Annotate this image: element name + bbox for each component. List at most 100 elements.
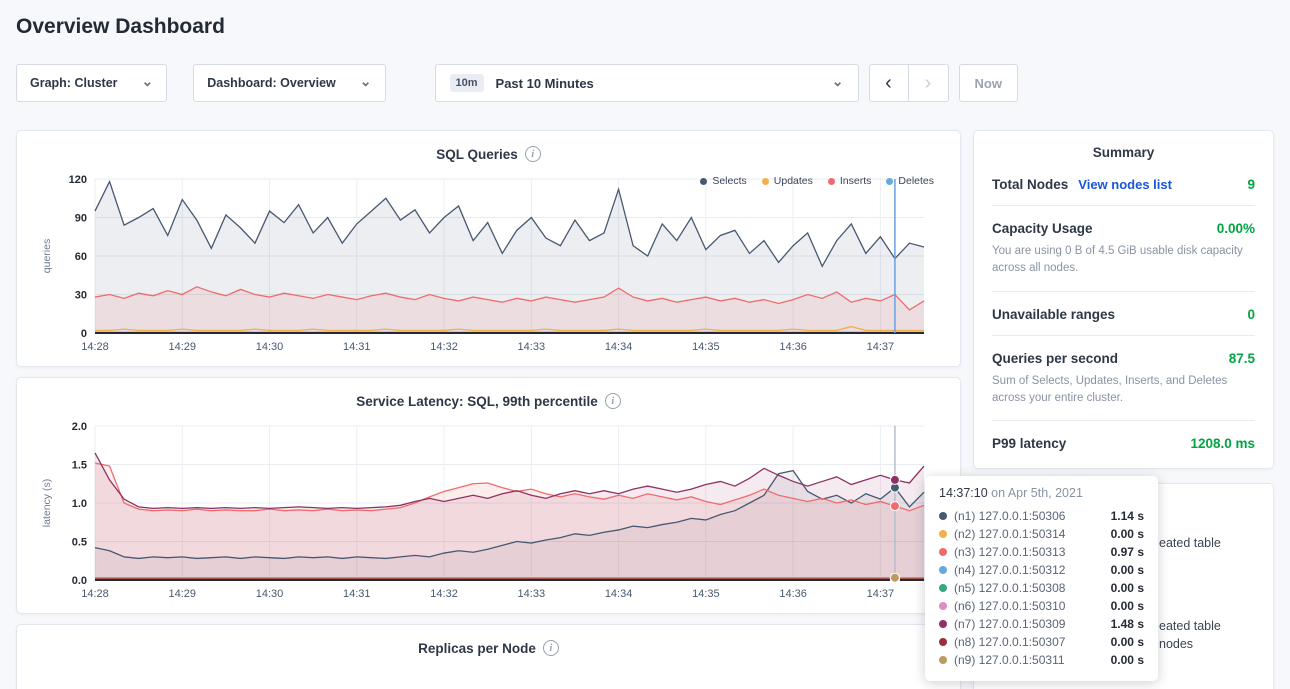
page-title: Overview Dashboard	[16, 15, 1274, 39]
svg-text:14:34: 14:34	[605, 341, 633, 353]
dashboard-dropdown[interactable]: Dashboard: Overview ⌄	[193, 64, 385, 102]
svg-text:14:35: 14:35	[692, 588, 720, 600]
svg-text:14:31: 14:31	[343, 341, 371, 353]
graph-scope-dropdown[interactable]: Graph: Cluster ⌄	[16, 64, 167, 102]
page-header: Overview Dashboard	[0, 0, 1290, 39]
summary-value: 0.00%	[1217, 221, 1255, 236]
summary-row-3: Queries per second 87.5 Sum of Selects, Up…	[992, 336, 1255, 422]
info-icon[interactable]: i	[525, 146, 541, 162]
chart-tooltip: 14:37:10 on Apr 5th, 2021 (n1) 127.0.0.1…	[925, 476, 1158, 681]
summary-link[interactable]: View nodes list	[1078, 177, 1172, 192]
time-back-button[interactable]: ‹	[869, 64, 909, 102]
series-color-dot	[939, 512, 947, 520]
svg-text:14:28: 14:28	[81, 341, 109, 353]
summary-row-line: Total Nodes View nodes list 9	[992, 177, 1255, 192]
summary-row-line: Queries per second 87.5	[992, 351, 1255, 366]
summary-row-2: Unavailable ranges0	[992, 292, 1255, 336]
arrow-left-icon: ‹	[885, 72, 892, 95]
svg-text:0: 0	[81, 328, 87, 340]
tooltip-row: (n1) 127.0.0.1:503061.14 s	[939, 507, 1144, 525]
summary-description: Sum of Selects, Updates, Inserts, and De…	[992, 373, 1255, 408]
legend-item-selects[interactable]: Selects	[700, 175, 746, 187]
svg-text:14:35: 14:35	[692, 341, 720, 353]
summary-label: Total Nodes	[992, 177, 1068, 192]
dashboard-controls: Graph: Cluster ⌄ Dashboard: Overview ⌄ 1…	[16, 64, 1274, 102]
svg-text:14:30: 14:30	[256, 588, 284, 600]
summary-label: Queries per second	[992, 351, 1118, 366]
svg-text:0.0: 0.0	[72, 575, 87, 587]
tooltip-node-label: (n3) 127.0.0.1:50313	[954, 545, 1104, 559]
tooltip-time: 14:37:10	[939, 486, 988, 500]
dashboard-dropdown-label: Dashboard: Overview	[207, 76, 336, 90]
tooltip-row: (n8) 127.0.0.1:50307 0.00 s	[939, 633, 1144, 651]
legend-dot	[828, 178, 835, 185]
time-forward-button[interactable]: ›	[909, 64, 949, 102]
chart-svg: 030609012014:2814:2914:3014:3114:3214:33…	[37, 169, 940, 357]
tooltip-row: (n2) 127.0.0.1:503140.00 s	[939, 525, 1144, 543]
tooltip-node-label: (n7) 127.0.0.1:50309	[954, 617, 1104, 631]
info-icon[interactable]: i	[605, 393, 621, 409]
tooltip-node-value: 0.00 s	[1111, 563, 1144, 577]
chart-legend: Selects Updates Inserts Deletes	[700, 175, 934, 187]
summary-row-0: Total Nodes View nodes list 9	[992, 162, 1255, 206]
replicas-per-node-card: Replicas per Node i	[16, 624, 961, 689]
event-text-fragment: eated table	[1159, 536, 1221, 550]
svg-text:14:33: 14:33	[518, 341, 546, 353]
series-color-dot	[939, 584, 947, 592]
svg-text:queries: queries	[41, 239, 53, 273]
tooltip-node-label: (n1) 127.0.0.1:50306	[954, 509, 1104, 523]
legend-item-updates[interactable]: Updates	[762, 175, 813, 187]
time-range-label: Past 10 Minutes	[496, 76, 594, 91]
summary-row-4: P99 latency1208.0 ms	[992, 421, 1255, 464]
summary-panel: Summary Total NodesView nodes list9Capac…	[973, 130, 1274, 469]
tooltip-node-label: (n5) 127.0.0.1:50308	[954, 581, 1104, 595]
legend-item-deletes[interactable]: Deletes	[886, 175, 934, 187]
time-range-badge: 10m	[450, 74, 484, 92]
svg-text:14:34: 14:34	[605, 588, 633, 600]
tooltip-row: (n9) 127.0.0.1:503110.00 s	[939, 651, 1144, 669]
now-button[interactable]: Now	[959, 64, 1018, 102]
svg-text:1.5: 1.5	[72, 460, 87, 472]
summary-row-line: Capacity Usage0.00%	[992, 221, 1255, 236]
tooltip-node-value: 1.48 s	[1111, 617, 1144, 631]
tooltip-node-label: (n6) 127.0.0.1:50310	[954, 599, 1104, 613]
service-latency-chart[interactable]: 0.00.51.01.52.014:2814:2914:3014:3114:32…	[37, 416, 940, 604]
summary-row-line: P99 latency1208.0 ms	[992, 436, 1255, 451]
chart-title: SQL Queries i	[37, 143, 940, 165]
svg-text:14:29: 14:29	[168, 341, 196, 353]
legend-dot	[762, 178, 769, 185]
chart-title: Replicas per Node i	[37, 637, 940, 659]
svg-text:latency (s): latency (s)	[41, 479, 53, 527]
summary-value: 9	[1247, 177, 1255, 192]
svg-text:14:29: 14:29	[168, 588, 196, 600]
series-color-dot	[939, 638, 947, 646]
sql-queries-chart[interactable]: 030609012014:2814:2914:3014:3114:3214:33…	[37, 169, 940, 357]
tooltip-header: 14:37:10 on Apr 5th, 2021	[939, 486, 1144, 500]
svg-text:14:32: 14:32	[430, 341, 458, 353]
svg-text:14:31: 14:31	[343, 588, 371, 600]
tooltip-node-label: (n8) 127.0.0.1:50307	[954, 635, 1104, 649]
legend-dot	[886, 178, 893, 185]
summary-rows: Total Nodes View nodes list 9 Capacity Usag…	[992, 162, 1255, 464]
svg-text:90: 90	[75, 213, 87, 225]
info-icon[interactable]: i	[543, 640, 559, 656]
svg-text:14:37: 14:37	[867, 588, 895, 600]
tooltip-row: (n6) 127.0.0.1:503100.00 s	[939, 597, 1144, 615]
summary-value: 87.5	[1229, 351, 1255, 366]
series-color-dot	[939, 656, 947, 664]
legend-item-inserts[interactable]: Inserts	[828, 175, 872, 187]
svg-text:14:28: 14:28	[81, 588, 109, 600]
tooltip-node-value: 0.00 s	[1111, 635, 1144, 649]
series-color-dot	[939, 602, 947, 610]
legend-label: Inserts	[840, 175, 872, 187]
summary-description: You are using 0 B of 4.5 GiB usable disk…	[992, 243, 1255, 278]
chevron-down-icon: ⌄	[142, 74, 154, 88]
sql-queries-card: SQL Queries i Selects Updates Inserts Delet…	[16, 130, 961, 367]
chart-svg: 0.00.51.01.52.014:2814:2914:3014:3114:32…	[37, 416, 940, 604]
tooltip-rows: (n1) 127.0.0.1:503061.14 s(n2) 127.0.0.1…	[939, 507, 1144, 669]
charts-column: SQL Queries i Selects Updates Inserts Delet…	[16, 130, 961, 689]
tooltip-node-label: (n2) 127.0.0.1:50314	[954, 527, 1104, 541]
time-range-picker[interactable]: 10m Past 10 Minutes ⌄	[435, 64, 859, 102]
svg-text:14:33: 14:33	[518, 588, 546, 600]
tooltip-row: (n4) 127.0.0.1:503120.00 s	[939, 561, 1144, 579]
